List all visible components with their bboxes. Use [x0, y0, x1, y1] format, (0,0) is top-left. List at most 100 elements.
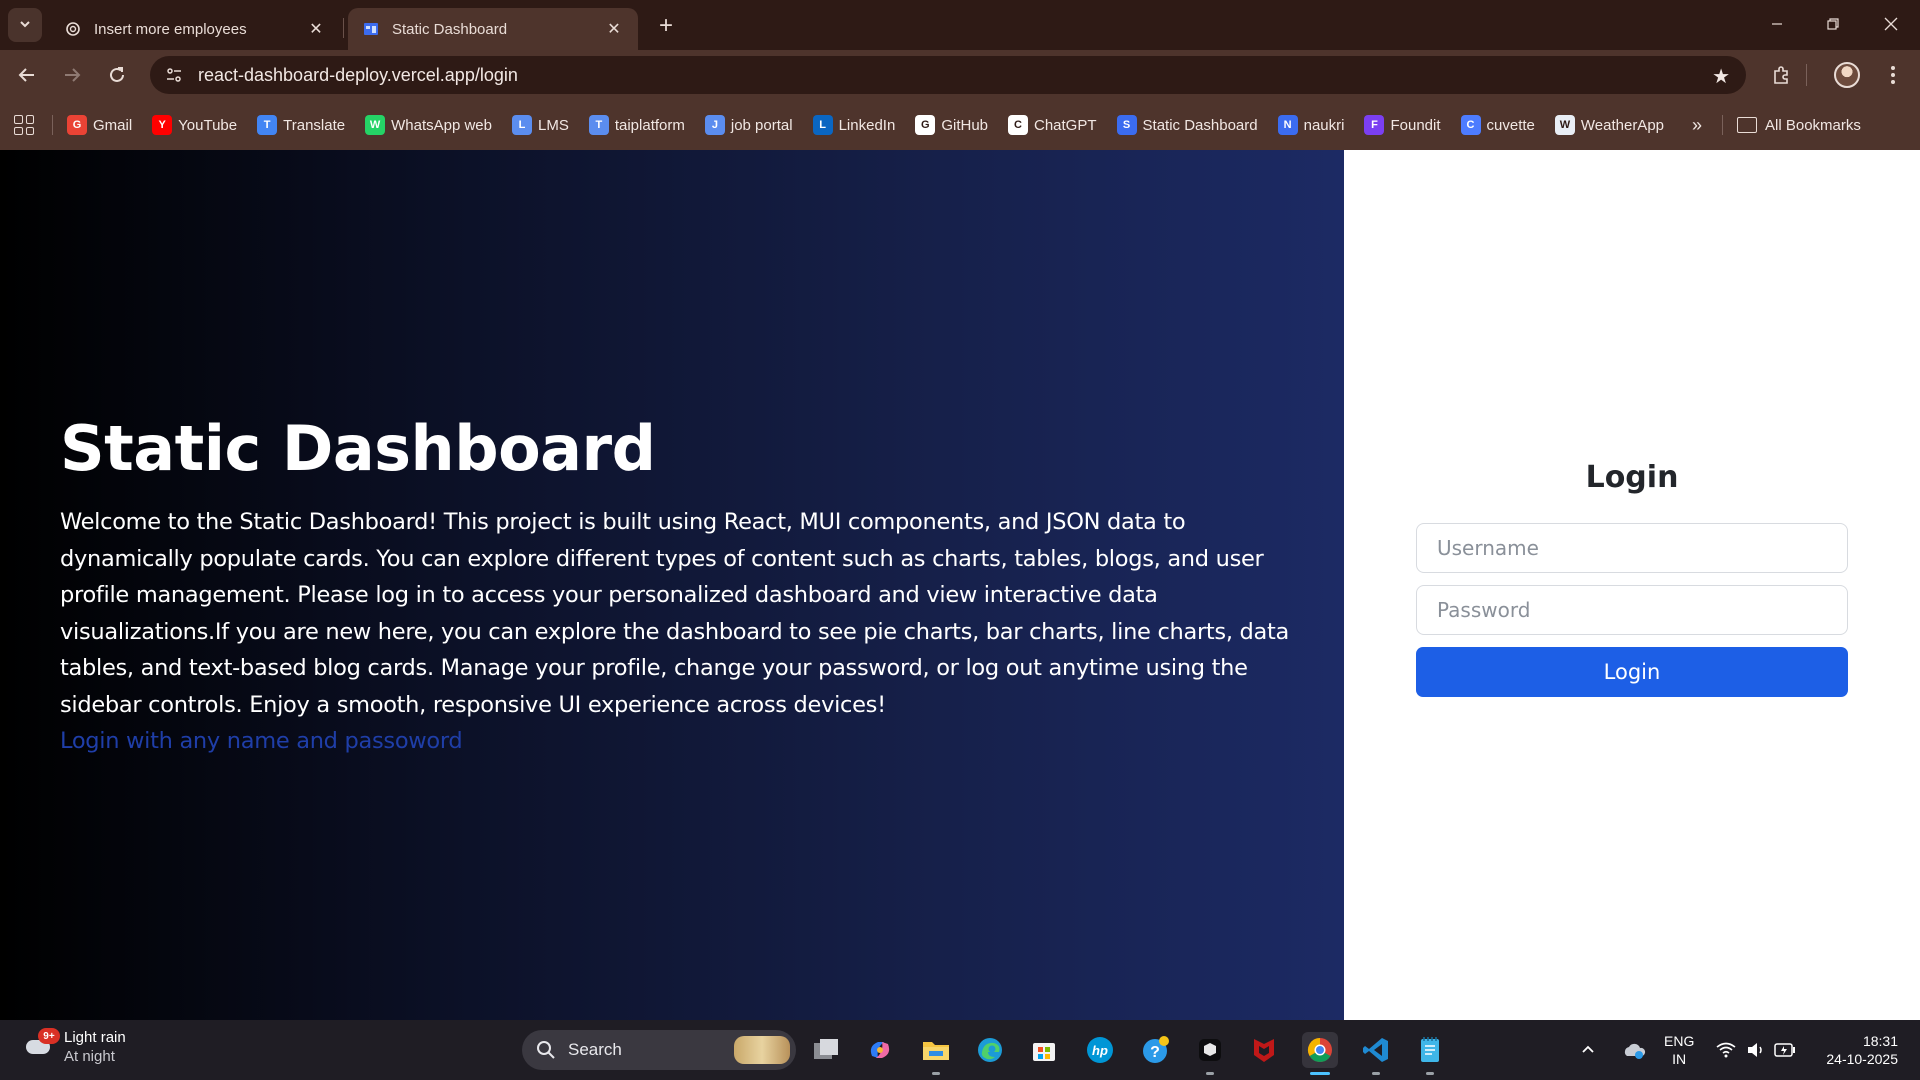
- bookmark-label: naukri: [1303, 116, 1345, 134]
- language-code: ENG: [1664, 1033, 1695, 1049]
- system-clock[interactable]: 18:31 24-10-2025: [1826, 1032, 1898, 1068]
- more-vertical-icon: [1891, 66, 1895, 84]
- input-language[interactable]: ENG IN: [1664, 1032, 1694, 1068]
- taiplatform-icon: T: [588, 115, 609, 135]
- notification-badge: 9+: [38, 1028, 60, 1044]
- bookmark-linkedin[interactable]: L LinkedIn: [812, 115, 895, 135]
- close-icon[interactable]: ✕: [604, 19, 624, 39]
- bookmark-weatherapp[interactable]: W WeatherApp: [1554, 115, 1664, 135]
- close-window-button[interactable]: [1868, 8, 1914, 40]
- extensions-button[interactable]: [1764, 59, 1798, 91]
- bookmark-cuvette[interactable]: Ccuvette: [1460, 115, 1535, 135]
- svg-text:hp: hp: [1092, 1043, 1108, 1058]
- naukri-icon: N: [1277, 115, 1298, 135]
- taskbar-search[interactable]: Search: [522, 1030, 796, 1070]
- bookmark-lms[interactable]: L LMS: [512, 115, 569, 135]
- edge-icon[interactable]: [972, 1032, 1008, 1068]
- file-explorer-icon[interactable]: [918, 1032, 954, 1075]
- bookmark-gmail[interactable]: G Gmail: [67, 115, 132, 135]
- lms-icon: L: [512, 115, 532, 135]
- bookmark-static-dashboard[interactable]: S Static Dashboard: [1116, 115, 1258, 135]
- dashboard-icon: S: [1116, 115, 1137, 135]
- mcafee-icon[interactable]: [1246, 1032, 1282, 1068]
- tab-static-dashboard[interactable]: Static Dashboard ✕: [348, 8, 638, 50]
- bookmark-taiplatform[interactable]: Ttaiplatform: [588, 115, 685, 135]
- bookmark-naukri[interactable]: Nnaukri: [1277, 115, 1345, 135]
- all-bookmarks-button[interactable]: All Bookmarks: [1737, 117, 1861, 134]
- bookmark-whatsapp-web[interactable]: W WhatsApp web: [365, 115, 492, 135]
- show-hidden-icons-chevron-icon[interactable]: [1580, 1020, 1596, 1080]
- close-icon[interactable]: ✕: [306, 19, 326, 39]
- foundit-icon: F: [1364, 115, 1385, 135]
- hp-icon[interactable]: hp: [1082, 1032, 1118, 1068]
- start-button[interactable]: [472, 1032, 508, 1068]
- hero-panel: Static Dashboard Welcome to the Static D…: [0, 150, 1344, 1020]
- restore-button[interactable]: [1810, 8, 1856, 40]
- address-bar[interactable]: react-dashboard-deploy.vercel.app/login …: [150, 56, 1746, 94]
- battery-icon[interactable]: [1774, 1020, 1796, 1080]
- more-bookmarks-icon[interactable]: »: [1692, 115, 1702, 136]
- dashboard-icon: [362, 20, 380, 38]
- translate-icon: T: [257, 115, 278, 135]
- site-info-icon[interactable]: [154, 66, 194, 84]
- bookmark-label: GitHub: [941, 116, 988, 134]
- bookmark-label: Gmail: [93, 116, 133, 134]
- volume-icon[interactable]: [1746, 1020, 1766, 1080]
- username-input[interactable]: [1416, 523, 1848, 573]
- page-title: Static Dashboard: [60, 412, 656, 485]
- task-view-icon[interactable]: [808, 1032, 844, 1068]
- login-button[interactable]: Login: [1416, 647, 1848, 697]
- all-bookmarks-label: All Bookmarks: [1765, 116, 1861, 134]
- back-button[interactable]: [10, 59, 44, 91]
- weather-widget[interactable]: 9+ Light rain At night: [22, 1028, 126, 1066]
- notepad-icon[interactable]: [1412, 1032, 1448, 1075]
- login-page: Static Dashboard Welcome to the Static D…: [0, 150, 1920, 1020]
- bookmark-chatgpt[interactable]: C ChatGPT: [1008, 115, 1097, 135]
- microsoft-store-icon[interactable]: [1026, 1032, 1062, 1068]
- chatgpt-icon: [64, 20, 82, 38]
- copilot-icon[interactable]: [862, 1032, 898, 1068]
- tab-search-button[interactable]: [8, 8, 42, 42]
- tab-insert-more-employees[interactable]: Insert more employees ✕: [50, 8, 340, 50]
- bookmark-label: LMS: [538, 116, 569, 134]
- menu-button[interactable]: [1876, 59, 1910, 91]
- help-icon[interactable]: ?: [1138, 1032, 1174, 1068]
- url-text: react-dashboard-deploy.vercel.app/login: [198, 64, 518, 85]
- windows-taskbar: 9+ Light rain At night Search hp ? ENG I…: [0, 1020, 1920, 1080]
- new-tab-button[interactable]: +: [652, 12, 680, 40]
- bookmark-label: cuvette: [1486, 116, 1535, 134]
- bookmark-star-icon[interactable]: ★: [1712, 64, 1730, 89]
- bookmark-foundit[interactable]: F Foundit: [1364, 115, 1441, 135]
- chatgpt-icon: C: [1008, 115, 1028, 135]
- bookmarks-divider: [52, 115, 53, 135]
- bookmarks-divider: [1722, 115, 1724, 135]
- wifi-icon[interactable]: [1716, 1020, 1736, 1080]
- bookmark-youtube[interactable]: Y YouTube: [152, 115, 237, 135]
- bookmark-job-portal[interactable]: Jjob portal: [704, 115, 793, 135]
- profile-button[interactable]: [1830, 59, 1864, 91]
- clock-date: 24-10-2025: [1826, 1051, 1898, 1067]
- chrome-icon[interactable]: [1302, 1032, 1338, 1075]
- youtube-icon: Y: [152, 115, 173, 135]
- bookmark-label: taiplatform: [614, 116, 685, 134]
- forward-button[interactable]: [55, 59, 89, 91]
- bookmark-github[interactable]: G GitHub: [915, 115, 988, 135]
- weather-icon: W: [1554, 115, 1575, 135]
- bookmark-label: Static Dashboard: [1142, 116, 1258, 134]
- onedrive-icon[interactable]: [1622, 1020, 1646, 1080]
- vscode-icon[interactable]: [1358, 1032, 1394, 1075]
- search-placeholder: Search: [568, 1040, 622, 1059]
- arrow-right-icon: [65, 68, 81, 82]
- app-cube-icon[interactable]: [1192, 1032, 1228, 1075]
- login-heading: Login: [1585, 460, 1679, 495]
- gmail-icon: G: [67, 115, 87, 135]
- weather-condition: Light rain: [64, 1029, 126, 1046]
- bookmark-label: Foundit: [1390, 116, 1441, 134]
- reload-button[interactable]: [100, 59, 134, 91]
- minimize-button[interactable]: [1754, 8, 1800, 40]
- bookmark-translate[interactable]: T Translate: [257, 115, 345, 135]
- search-highlight-image: [734, 1036, 790, 1064]
- bookmark-list: G Gmail Y YouTube T Translate W WhatsApp web L LM…: [67, 115, 1684, 135]
- apps-grid-icon[interactable]: [14, 115, 34, 135]
- password-input[interactable]: [1416, 585, 1848, 635]
